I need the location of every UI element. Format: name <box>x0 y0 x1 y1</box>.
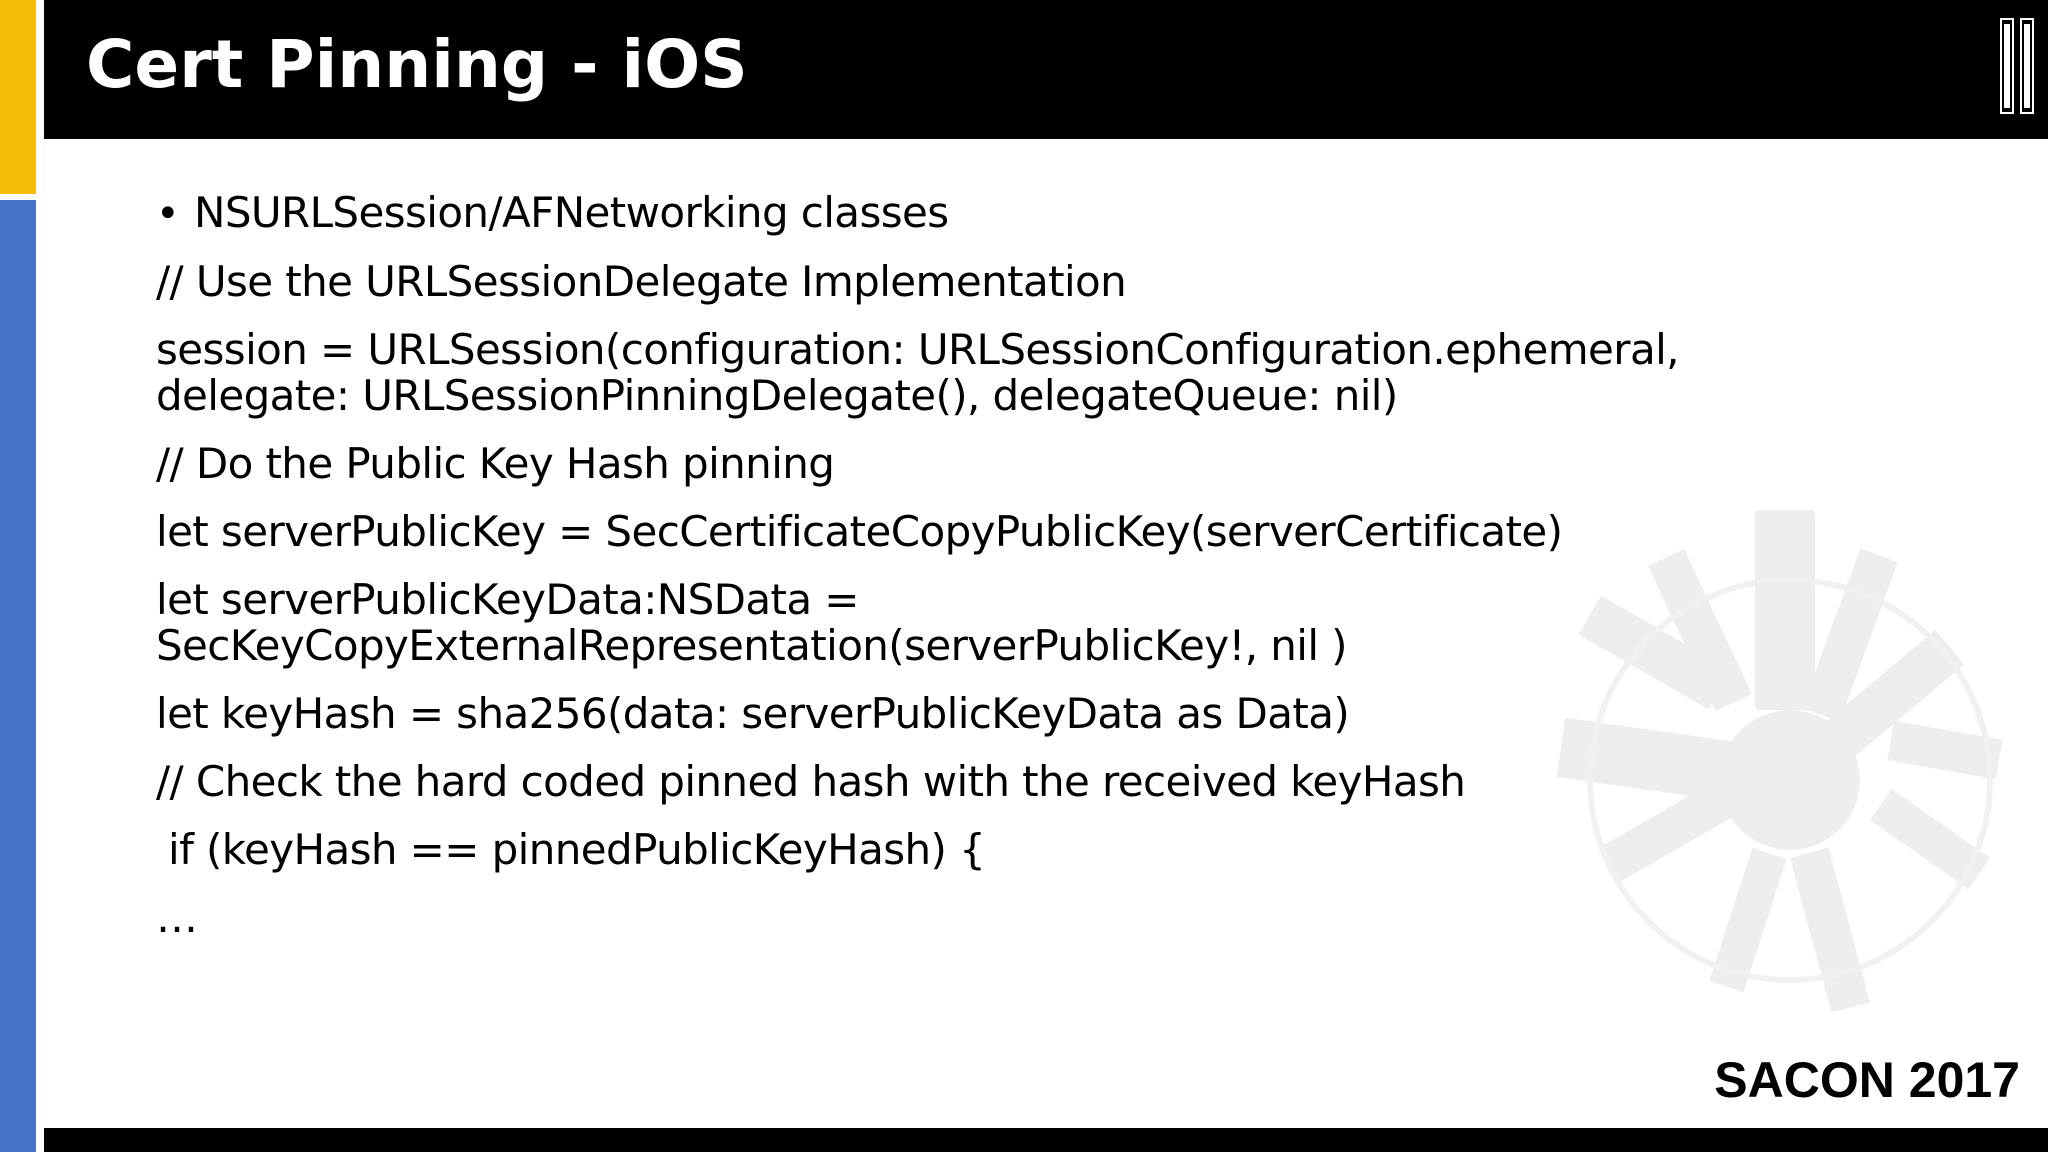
pause-icon <box>2000 18 2034 114</box>
code-statement: session = URLSession(configuration: URLS… <box>156 327 1936 419</box>
code-line: SecKeyCopyExternalRepresentation(serverP… <box>156 621 1348 670</box>
slide-title: Cert Pinning - iOS <box>86 26 748 103</box>
code-line: session = URLSession(configuration: URLS… <box>156 325 1680 374</box>
slide: Cert Pinning - iOS • NSURLSession/AFNetw… <box>0 0 2048 1152</box>
footer-bar <box>44 1128 2048 1152</box>
code-statement: let serverPublicKey = SecCertificateCopy… <box>156 507 1563 556</box>
bullet-glyph: • <box>156 191 180 237</box>
code-line: let serverPublicKeyData:NSData = <box>156 575 859 624</box>
code-comment: // Check the hard coded pinned hash with… <box>156 757 1466 806</box>
footer-brand: SACON 2017 <box>1714 1052 2020 1108</box>
bullet-item: • NSURLSession/AFNetworking classes <box>156 188 1936 238</box>
slide-body: • NSURLSession/AFNetworking classes // U… <box>156 190 1936 941</box>
code-comment: // Use the URLSessionDelegate Implementa… <box>156 257 1127 306</box>
code-statement: let serverPublicKeyData:NSData = SecKeyC… <box>156 577 1936 669</box>
accent-strip-blue <box>0 200 36 1152</box>
code-ellipsis: … <box>156 893 198 942</box>
code-statement: let keyHash = sha256(data: serverPublicK… <box>156 689 1350 738</box>
code-comment: // Do the Public Key Hash pinning <box>156 439 835 488</box>
code-statement: if (keyHash == pinnedPublicKeyHash) { <box>168 825 986 874</box>
code-line: delegate: URLSessionPinningDelegate(), d… <box>156 371 1398 420</box>
title-bar: Cert Pinning - iOS <box>44 0 2048 139</box>
bullet-text: NSURLSession/AFNetworking classes <box>194 188 949 237</box>
accent-strip-yellow <box>0 0 36 194</box>
accent-divider <box>36 0 44 1152</box>
